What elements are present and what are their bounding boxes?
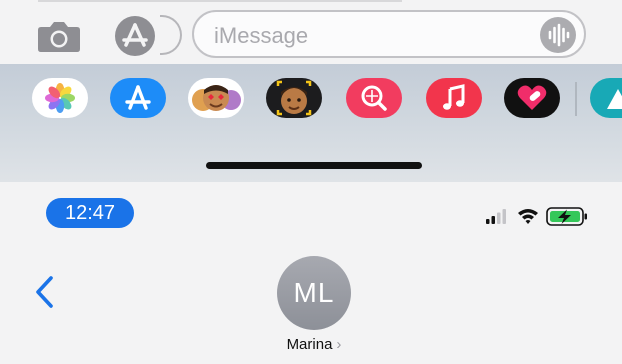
image-search-icon[interactable] [346,78,402,118]
app-strip-divider [575,82,577,116]
message-input[interactable] [212,21,516,51]
mountain-icon [607,89,622,109]
home-indicator[interactable] [206,162,422,169]
music-note-icon [443,84,465,110]
status-icons [486,205,596,227]
photos-app-icon[interactable] [32,78,88,118]
chevron-left-icon [36,276,53,308]
chevron-right-icon: › [336,336,342,353]
battery-charging-icon [546,207,587,226]
contact-avatar[interactable]: ML [277,256,351,330]
audio-message-button[interactable] [540,17,576,53]
back-button[interactable] [32,274,56,310]
camera-icon [38,22,80,52]
composer-bar [0,0,622,64]
camera-button[interactable] [37,19,81,53]
memoji-faces-icon [192,85,241,111]
app-store-button[interactable] [115,16,155,56]
app-drawer [0,64,622,182]
contact-name: Marina [286,336,333,353]
app-store-icon [122,23,148,47]
memoji-face-icon [276,80,312,116]
wifi-icon [518,209,538,224]
music-app-icon[interactable] [426,78,482,118]
photos-flower-icon [45,83,75,113]
audio-waveform-icon [548,23,570,47]
divider [38,0,402,2]
heart-icon [517,85,547,110]
cellular-signal-icon [486,209,506,224]
partial-app-icon[interactable] [590,78,622,118]
memoji-stickers-icon[interactable] [188,78,244,118]
memoji-icon[interactable] [266,78,322,118]
status-time[interactable]: 12:47 [46,198,134,228]
app-store-app-icon[interactable] [110,78,166,118]
app-store-glyph-icon [125,85,151,110]
contact-name-button[interactable]: Marina › [0,336,622,353]
expand-button-edge [160,15,182,55]
globe-search-icon [361,85,387,111]
digital-touch-icon[interactable] [504,78,560,118]
message-field[interactable] [192,10,586,58]
